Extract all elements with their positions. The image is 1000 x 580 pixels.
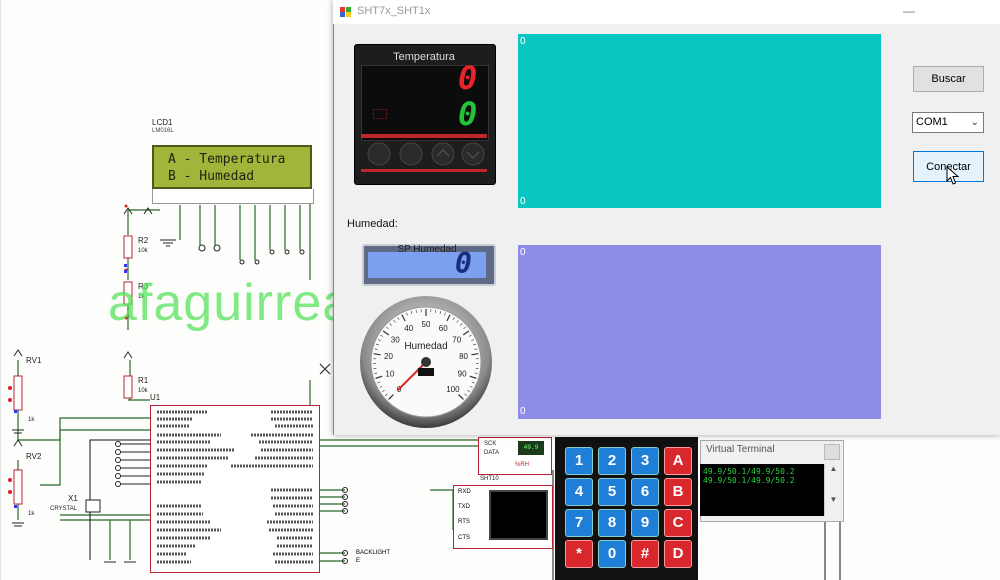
chevron-down-icon[interactable]: ⌄ xyxy=(971,113,979,132)
temp-red-stripe xyxy=(361,134,487,138)
sp-humidity-value: 0 xyxy=(455,247,472,280)
gauge-tick-label: 50 xyxy=(422,320,431,329)
gauge-hub xyxy=(421,357,431,367)
sensor-sck-label: SCK xyxy=(484,441,497,447)
temperature-chart xyxy=(518,34,881,208)
status-indicator-icon xyxy=(373,109,387,119)
chip-pin-lines xyxy=(157,410,313,564)
keypad-key[interactable]: 6 xyxy=(631,478,659,506)
gauge-readout-box xyxy=(418,368,434,376)
humidity-chart-bottom-label: 0 xyxy=(520,406,526,417)
r2-label: R2 xyxy=(138,236,149,245)
virtual-terminal-component-screen xyxy=(489,490,548,540)
gauge-tick-label: 90 xyxy=(458,370,467,379)
keypad-key[interactable]: # xyxy=(631,540,659,568)
vt-cts-label: CTS xyxy=(458,535,470,541)
sensor-rh-label: %RH xyxy=(515,462,530,468)
backlight-label: BACKLIGHT xyxy=(356,550,391,556)
e-pin-label: E xyxy=(356,558,361,564)
temperature-chart-top-label: 0 xyxy=(520,36,526,47)
keypad-key[interactable]: 7 xyxy=(565,509,593,537)
sp-humidity-label: SP Humedad xyxy=(397,244,457,255)
keypad-key[interactable]: 3 xyxy=(631,447,659,475)
virtual-terminal-screen[interactable]: 49.9/50.1/49.9/50.2 49.9/50.1/49.9/50.2 xyxy=(700,464,824,516)
r1-label: R1 xyxy=(138,376,149,385)
gauge-tick-label: 70 xyxy=(452,336,461,345)
keypad-key[interactable]: D xyxy=(664,540,692,568)
temperature-pv-display: 0 xyxy=(458,59,478,97)
title-bar[interactable] xyxy=(333,0,1000,24)
lcd-name: LCD1 xyxy=(152,118,173,127)
window-title: SHT7x_SHT1x xyxy=(357,5,431,17)
u1-label: U1 xyxy=(150,393,161,402)
com-port-select[interactable]: COM1 ⌄ xyxy=(912,112,984,133)
gauge-tick-label: 40 xyxy=(404,324,413,333)
temperature-sv-display: 0 xyxy=(458,95,478,133)
gauge-title: Humedad xyxy=(404,341,447,352)
keypad-key[interactable]: C xyxy=(664,509,692,537)
mouse-cursor-icon xyxy=(946,166,960,185)
keypad-key[interactable]: A xyxy=(664,447,692,475)
humidity-gauge: 0102030405060708090100 Humedad xyxy=(360,296,492,428)
gauge-tick-label: 20 xyxy=(384,352,393,361)
keypad-key[interactable]: 4 xyxy=(565,478,593,506)
sensor-data-label: DATA xyxy=(484,450,500,456)
lcd-display: A - Temperatura B - Humedad xyxy=(152,145,312,189)
lcd-pins xyxy=(152,189,314,204)
gauge-tick-label: 60 xyxy=(439,324,448,333)
temp-red-stripe-bottom xyxy=(361,169,487,172)
gauge-tick-label: 10 xyxy=(385,370,394,379)
rv2-label: RV2 xyxy=(26,452,42,461)
lcd-model: LM016L xyxy=(152,128,174,134)
keypad-key[interactable]: * xyxy=(565,540,593,568)
gauge-tick-label: 80 xyxy=(459,352,468,361)
lcd-line-2: B - Humedad xyxy=(168,169,255,184)
sensor-name: SHT10 xyxy=(480,476,499,482)
com-port-value: COM1 xyxy=(916,116,948,128)
virtual-terminal-button[interactable] xyxy=(824,444,840,460)
keypad-key[interactable]: 2 xyxy=(598,447,626,475)
r1-value: 10k xyxy=(138,388,148,394)
temperature-chart-bottom-label: 0 xyxy=(520,196,526,207)
x1-value: CRYSTAL xyxy=(50,506,78,512)
rv1-label: RV1 xyxy=(26,356,42,365)
humidity-section-label: Humedad: xyxy=(347,218,398,230)
lcd-line-1: A - Temperatura xyxy=(168,152,286,167)
keypad-key[interactable]: 5 xyxy=(598,478,626,506)
rv2-value: 1k xyxy=(28,511,35,517)
app-icon xyxy=(340,7,351,17)
microcontroller-u1 xyxy=(150,405,320,573)
panel-buttons xyxy=(367,142,485,166)
keypad-key[interactable]: B xyxy=(664,478,692,506)
humidity-chart xyxy=(518,245,881,419)
gauge-tick-label: 100 xyxy=(446,385,460,394)
keypad-key[interactable]: 9 xyxy=(631,509,659,537)
buscar-button[interactable]: Buscar xyxy=(913,66,984,92)
r2-value: 10k xyxy=(138,248,148,254)
vt-rxd-label: RXD xyxy=(458,489,471,495)
humidity-chart-top-label: 0 xyxy=(520,247,526,258)
virtual-terminal-title: Virtual Terminal xyxy=(706,444,775,455)
vt-rts-label: RTS xyxy=(458,519,470,525)
terminal-scrollbar[interactable]: ▲ ▼ xyxy=(824,464,842,516)
keypad-key[interactable]: 1 xyxy=(565,447,593,475)
terminal-line: 49.9/50.1/49.9/50.2 xyxy=(703,467,795,476)
vt-txd-label: TXD xyxy=(458,504,470,510)
keypad: 1 2 3 A 4 5 6 B 7 8 9 C * 0 # D xyxy=(555,437,698,580)
terminal-line: 49.9/50.1/49.9/50.2 xyxy=(703,476,795,485)
x1-label: X1 xyxy=(68,494,78,503)
keypad-key[interactable]: 8 xyxy=(598,509,626,537)
rv1-value: 1k xyxy=(28,417,35,423)
gauge-tick-label: 30 xyxy=(391,336,400,345)
keypad-key[interactable]: 0 xyxy=(598,540,626,568)
minimize-button[interactable]: — xyxy=(903,4,915,18)
sensor-display: 49.9 xyxy=(518,441,544,455)
scroll-down-icon[interactable]: ▼ xyxy=(825,495,842,504)
scroll-up-icon[interactable]: ▲ xyxy=(825,464,842,473)
